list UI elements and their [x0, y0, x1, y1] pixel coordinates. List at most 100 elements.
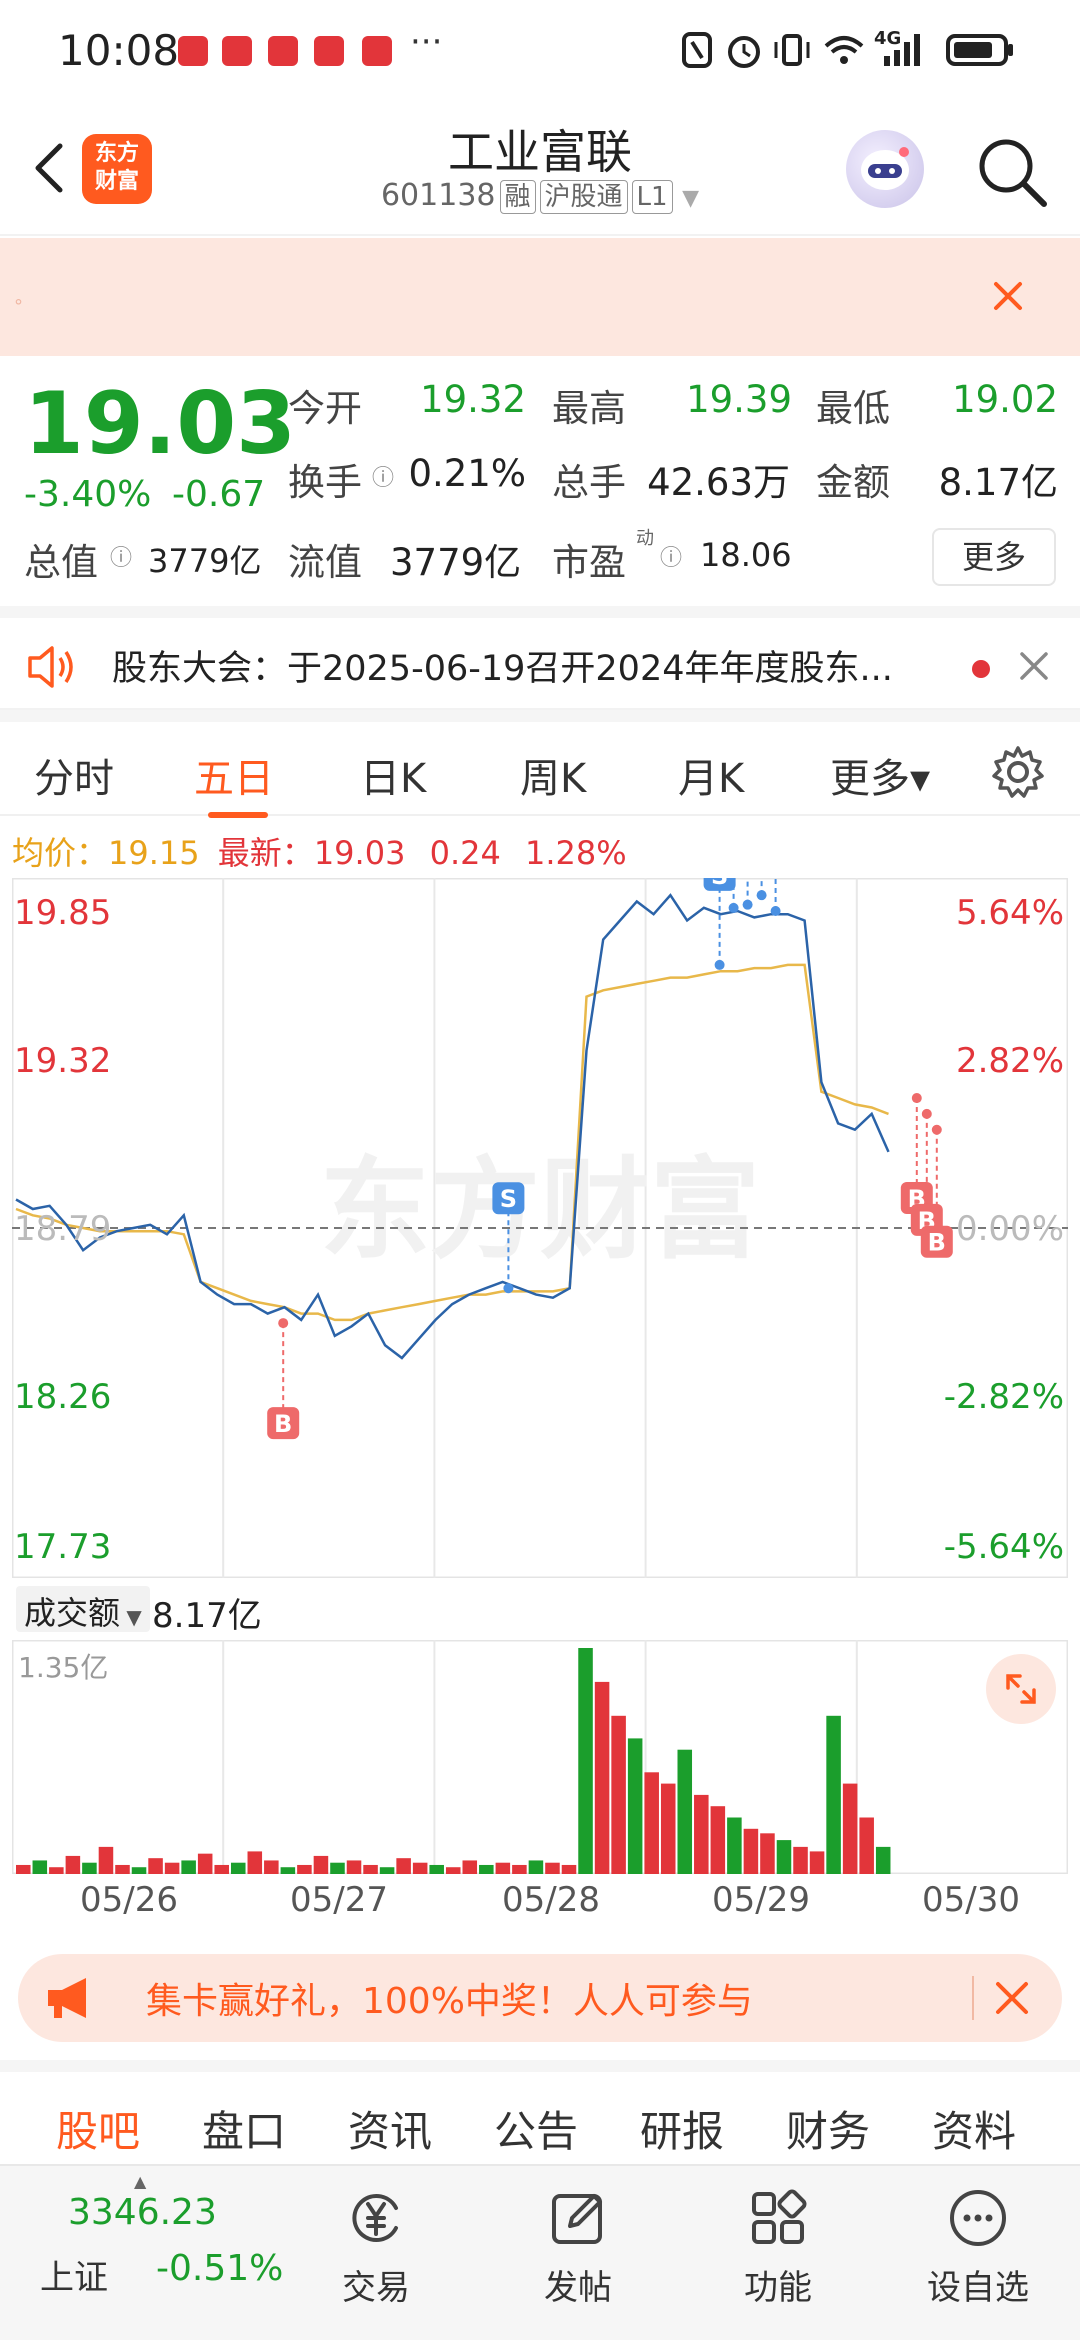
search-icon[interactable] [974, 134, 1050, 210]
turnover-label: 换手 [288, 461, 362, 504]
post-button[interactable]: 发帖 [508, 2186, 648, 2309]
chevron-left-icon[interactable] [20, 138, 80, 198]
marker-dot [742, 899, 753, 910]
tab-five-day[interactable]: 五日 [194, 746, 274, 804]
tab-daily-k[interactable]: 日K [360, 746, 426, 804]
trade-yen-icon [352, 2194, 398, 2242]
open-value: 19.32 [420, 378, 526, 421]
date-label: 05/29 [712, 1880, 810, 1920]
close-icon[interactable] [1016, 648, 1052, 684]
info-icon[interactable]: ⓘ [660, 540, 682, 572]
volume-bar [379, 1867, 395, 1874]
notice-bar[interactable]: 股东大会：于2025-06-19召开2024年年度股东... [0, 606, 1080, 710]
functions-button[interactable]: 功能 [708, 2186, 848, 2309]
volume-bar [495, 1862, 511, 1874]
volume-chart[interactable] [12, 1640, 1068, 1874]
latest-value: 19.03 [313, 834, 406, 872]
bottom-action-bar: ▲ 3346.23 上证 -0.51% 交易 发帖 功能 设自选 [0, 2164, 1080, 2340]
y-tick-label-right: 0.00% [956, 1209, 1064, 1249]
volume-bar [247, 1851, 263, 1874]
tab-profile[interactable]: 资料 [932, 2098, 1016, 2159]
tab-weekly-k[interactable]: 周K [520, 746, 586, 804]
nfc-icon [682, 32, 712, 68]
price-chart[interactable]: 东方财富 19.85 5.64% 19.32 2.82% 18.79 0.00% 18.26 -… [12, 878, 1068, 1578]
volume-bar [859, 1817, 874, 1874]
volume-value: 8.17亿 [152, 1596, 262, 1636]
marker-dot [728, 902, 739, 913]
trade-label: 交易 [342, 2268, 410, 2308]
notice-text[interactable]: 股东大会：于2025-06-19召开2024年年度股东... [112, 640, 962, 691]
wifi-icon [824, 36, 864, 64]
top-banner[interactable]: ° [0, 238, 1080, 356]
volume-bar [627, 1738, 643, 1874]
add-watchlist-label: 设自选 [927, 2268, 1029, 2308]
tab-more[interactable]: 更多▾ [830, 746, 930, 804]
app-notification-icon [268, 36, 298, 66]
app-notification-icon [362, 36, 392, 66]
active-tab-indicator [208, 812, 268, 818]
stock-code-line[interactable]: 601138 融沪股通 L1 ▼ [340, 178, 740, 214]
logo-text-top: 东方 [94, 141, 139, 166]
promo-banner[interactable]: 集卡赢好礼，100%中奖！人人可参与 [18, 1954, 1062, 2042]
high-value: 19.39 [686, 378, 792, 421]
trade-button[interactable]: 交易 [306, 2186, 446, 2309]
status-more: ··· [410, 22, 443, 62]
volume-selector[interactable]: 成交额 ▼ [16, 1586, 150, 1632]
y-tick-label-right: -5.64% [944, 1527, 1064, 1567]
trade-marker-label: S [711, 878, 728, 890]
app-notification-icon [314, 36, 344, 66]
close-icon[interactable] [986, 274, 1030, 318]
tab-order-book[interactable]: 盘口 [202, 2098, 286, 2159]
volume-bar [164, 1862, 180, 1874]
tab-research[interactable]: 研报 [640, 2098, 724, 2159]
index-percent[interactable]: -0.51% [156, 2248, 283, 2289]
y-tick-label-left: 18.26 [14, 1377, 111, 1417]
info-icon[interactable]: ⓘ [372, 460, 394, 492]
divider [972, 1976, 974, 2020]
status-time: 10:08 [58, 26, 180, 75]
tab-monthly-k[interactable]: 月K [678, 746, 744, 804]
volume-bar [743, 1828, 759, 1874]
volume-bar [710, 1806, 726, 1874]
float-value: 3779亿 [390, 541, 522, 584]
add-watchlist-button[interactable]: 设自选 [908, 2186, 1048, 2309]
date-label: 05/26 [80, 1880, 178, 1920]
robot-assistant-icon[interactable] [846, 130, 924, 208]
more-button[interactable]: 更多 [932, 528, 1056, 586]
volume-bar [197, 1853, 213, 1874]
app-notification-icon [222, 36, 252, 66]
volume-bar [660, 1783, 676, 1874]
logo-text-bottom: 财富 [94, 169, 139, 194]
price-line [15, 893, 890, 1360]
tab-announcements[interactable]: 公告 [494, 2098, 578, 2159]
tab-finance[interactable]: 财务 [786, 2098, 870, 2159]
float-label: 流值 [288, 541, 362, 584]
low-value: 19.02 [952, 378, 1058, 421]
index-value[interactable]: 3346.23 [68, 2192, 217, 2233]
expand-icon [1006, 1674, 1036, 1704]
volume-max-label: 1.35亿 [18, 1651, 109, 1684]
gear-icon[interactable] [990, 744, 1046, 800]
expand-button[interactable] [986, 1654, 1056, 1724]
close-icon[interactable] [990, 1976, 1034, 2020]
y-tick-label-right: -2.82% [944, 1377, 1064, 1417]
info-icon[interactable]: ⓘ [110, 540, 132, 572]
tab-news[interactable]: 资讯 [348, 2098, 432, 2159]
pe-value: 18.06 [700, 536, 792, 574]
functions-label: 功能 [744, 2268, 812, 2308]
status-bar: 10:08 ··· 4G [0, 0, 1080, 100]
volume-bar [809, 1851, 825, 1874]
volume-bar [611, 1715, 626, 1874]
volume-bar [82, 1862, 97, 1874]
tab-intraday[interactable]: 分时 [34, 746, 114, 804]
turnover-value: 0.21% [408, 452, 526, 495]
app-logo[interactable]: 东方 财富 [82, 134, 152, 204]
volume-bar [694, 1794, 709, 1874]
index-name[interactable]: 上证 [40, 2250, 108, 2299]
volume-bar [280, 1867, 296, 1874]
bottom-content-tabs: 股吧 盘口 资讯 公告 研报 财务 资料 [0, 2060, 1080, 2170]
latest-change-amount: 0.24 [429, 834, 501, 872]
marker-dot [921, 1108, 932, 1119]
tab-forum[interactable]: 股吧 [56, 2098, 140, 2159]
volume-bar [760, 1833, 775, 1874]
